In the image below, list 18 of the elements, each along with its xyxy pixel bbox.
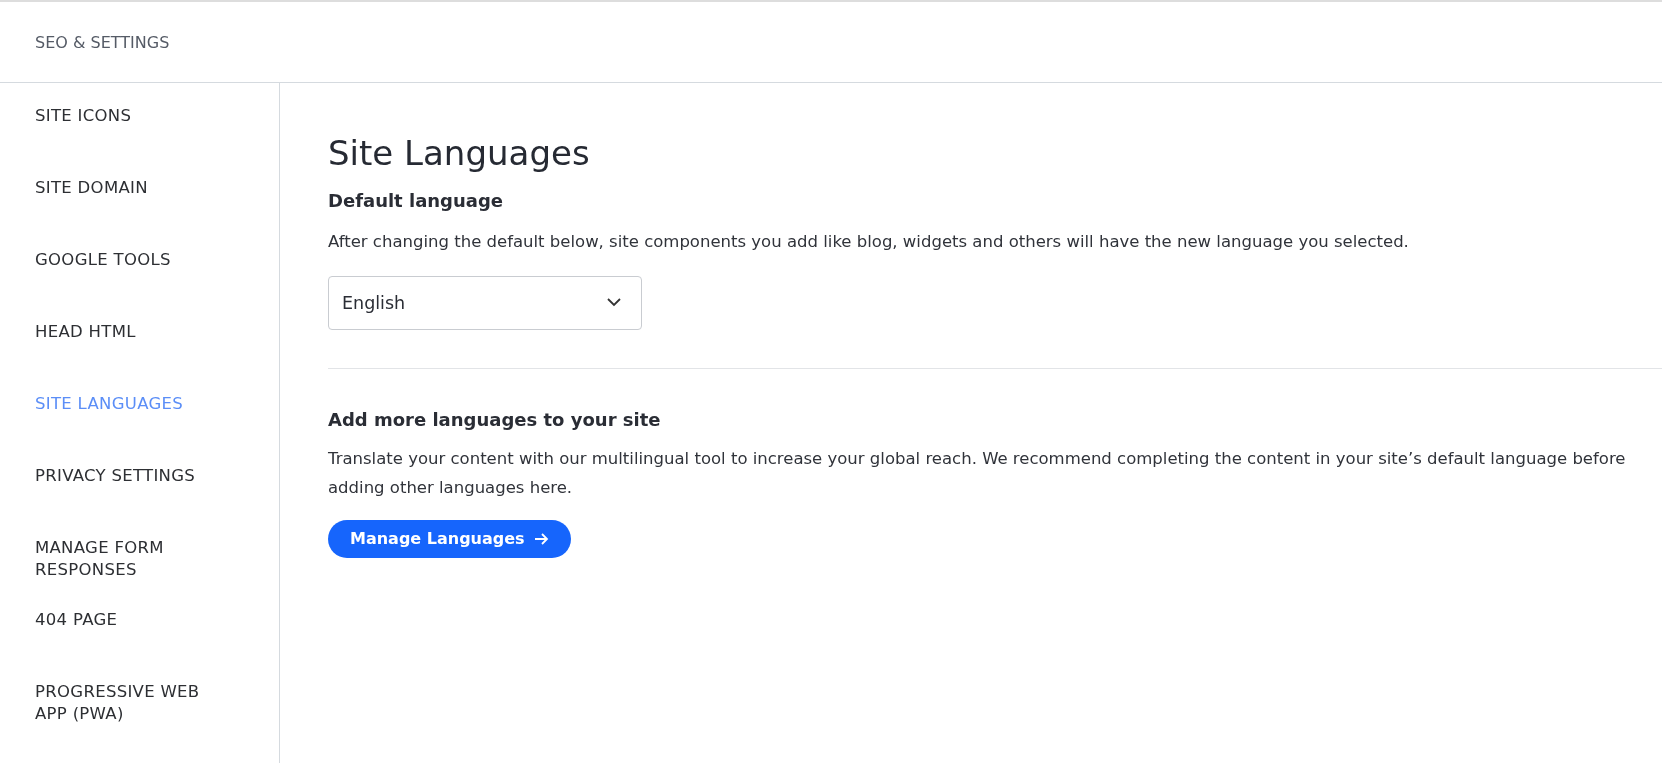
sidebar-item[interactable]: 404 PAGE (35, 609, 235, 681)
subheading: Add more languages to your site (328, 408, 662, 430)
chevron-down-icon (607, 298, 621, 308)
arrow-right-icon (533, 532, 549, 545)
subheading: Default language (328, 189, 505, 211)
sidebar-item[interactable]: SITE ICONS (35, 105, 235, 177)
section-title: Site Languages (328, 133, 591, 174)
sidebar-item[interactable]: HEAD HTML (35, 321, 235, 393)
manage-languages-button[interactable]: Manage Languages (328, 519, 571, 558)
language-select[interactable]: English (328, 275, 642, 330)
sidebar-item[interactable]: MANAGE FORM RESPONSES (35, 537, 235, 609)
sidebar-item[interactable]: GOOGLE TOOLS (35, 249, 235, 321)
description: Translate your content with our multilingual tool to increase your global reach. We recommend completing the content in your site’s default language before adding other languages here. (328, 447, 1627, 499)
sidebar-item[interactable]: PRIVACY SETTINGS (35, 465, 235, 537)
sidebar-item[interactable]: SITE DOMAIN (35, 177, 235, 249)
page-title: SEO & SETTINGS (35, 32, 170, 52)
sidebar-item[interactable]: PROGRESSIVE WEB APP (PWA) (35, 681, 235, 753)
description: After changing the default below, site components you add like blog, widgets and others will have the new language you selected. (328, 230, 1410, 253)
